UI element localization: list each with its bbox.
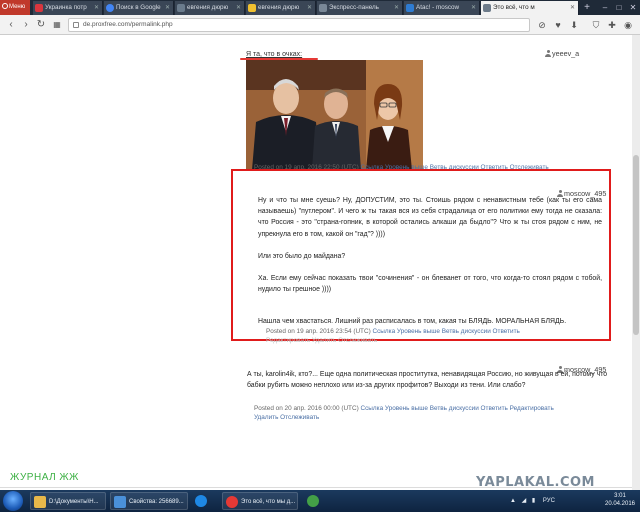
post-photo [246, 60, 423, 170]
taskbar-item-explorer[interactable]: D:\Документы\Н... [30, 492, 106, 510]
tab-1[interactable]: Украинка потр ✕ [33, 1, 103, 15]
input-language[interactable]: РУС [543, 498, 555, 504]
close-tab-icon[interactable]: ✕ [471, 1, 476, 15]
adblock-icon[interactable]: ⊘ [536, 19, 548, 31]
tray-network-icon[interactable]: ▲ [510, 498, 516, 504]
tab-bar: Меню Украинка потр ✕ Поиск в Google ✕ евге… [0, 0, 640, 15]
shield-icon[interactable]: ⛉ [590, 19, 602, 31]
forward-button[interactable]: › [19, 18, 33, 32]
camera-icon[interactable]: ◉ [622, 19, 634, 31]
photo-illustration [246, 60, 423, 170]
tab-5[interactable]: Экспресс-панель ✕ [317, 1, 403, 15]
close-tab-icon[interactable]: ✕ [165, 1, 170, 15]
taskbar-clock[interactable]: 3:01 20.04.2016 [602, 492, 638, 508]
reply1-action-links[interactable]: Ссылка Уровень выше Ветвь дискуссии Отве… [373, 328, 520, 335]
page-scrollbar[interactable] [632, 35, 640, 490]
browser-window: Меню Украинка потр ✕ Поиск в Google ✕ евге… [0, 0, 640, 512]
opera-logo-icon [2, 3, 8, 9]
tab-6[interactable]: Atac! - moscow ✕ [404, 1, 480, 15]
tray-volume-icon[interactable]: ◢ [522, 498, 527, 504]
tab-4[interactable]: евгения дюрю ✕ [246, 1, 316, 15]
maximize-button[interactable]: □ [612, 0, 626, 15]
tab-3[interactable]: евгения дюрю ✕ [175, 1, 245, 15]
system-tray: ▲ ◢ ▮ РУС [510, 490, 590, 512]
reply2-action-links-2[interactable]: Удалить Отслеживать [254, 413, 319, 422]
tab-favicon-icon [406, 4, 414, 12]
reply1-last-line: Нашла чем хвастаться. Лишний раз расписа… [258, 318, 567, 325]
reply2-action-links[interactable]: Ссылка Уровень выше Ветвь дискуссии Отве… [361, 405, 554, 412]
taskbar-item-properties[interactable]: Свойства: 256689... [110, 492, 188, 510]
reply1-paragraph: Или это было до майдана? [258, 252, 346, 260]
post-title: Я та, что в очках: [246, 51, 303, 58]
tab-favicon-icon [483, 4, 491, 12]
site-watermark: YAPLAKAL.COM [476, 475, 595, 490]
opera-menu-button[interactable]: Меню [0, 0, 30, 15]
properties-window-icon [114, 496, 126, 508]
windows-taskbar: D:\Документы\Н... Свойства: 256689... Эт… [0, 490, 640, 512]
url-input[interactable]: de.proxfree.com/permalink.php [68, 18, 530, 32]
folder-icon [34, 496, 46, 508]
close-tab-icon[interactable]: ✕ [394, 1, 399, 15]
reply1-paragraph: Ха. Если ему сейчас показать твои "сочин… [258, 275, 602, 294]
heart-icon[interactable]: ♥ [552, 19, 564, 31]
ie-icon [195, 495, 207, 507]
page-content: Я та, что в очках: yeeev_a Posted on 19 … [0, 35, 640, 490]
reply1-body: Ну и что ты мне суешь? Ну, ДОПУСТИМ, это… [258, 195, 602, 306]
user-icon [545, 50, 551, 57]
tab-7-active[interactable]: Это всё, что м ✕ [481, 1, 579, 15]
start-button[interactable] [3, 491, 23, 511]
close-tab-icon[interactable]: ✕ [236, 1, 241, 15]
mail-agent-icon [307, 495, 319, 507]
tab-2[interactable]: Поиск в Google ✕ [104, 1, 174, 15]
close-tab-icon[interactable]: ✕ [307, 1, 312, 15]
clock-date: 20.04.2016 [604, 501, 636, 507]
google-icon [106, 4, 114, 12]
new-tab-button[interactable]: + [581, 2, 593, 14]
reply2-body: А ты, karolin4ik, кто?... Еще одна полит… [247, 371, 608, 390]
close-tab-icon[interactable]: ✕ [570, 1, 575, 15]
back-button[interactable]: ‹ [4, 18, 18, 32]
taskbar-item-ie[interactable] [192, 492, 216, 510]
reply1-paragraph: Ну и что ты мне суешь? Ну, ДОПУСТИМ, это… [258, 197, 602, 238]
speed-dial-button[interactable]: ▦ [50, 18, 64, 32]
close-tab-icon[interactable]: ✕ [94, 1, 99, 15]
address-toolbar: ‹ › ↻ ▦ de.proxfree.com/permalink.php ⊘ … [0, 15, 640, 35]
tray-battery-icon[interactable]: ▮ [532, 498, 535, 504]
tab-favicon-icon [35, 4, 43, 12]
reply2-meta: Posted on 20 апр. 2016 00:00 (UTC) Ссылк… [254, 405, 554, 412]
reply1-meta-overflow[interactable]: Редактировать Удалить Отслеживать [266, 336, 377, 345]
minimize-button[interactable]: – [598, 0, 612, 15]
journal-link[interactable]: ЖУРНАЛ ЖЖ [10, 472, 79, 483]
taskbar-item-mail[interactable] [304, 492, 328, 510]
reload-button[interactable]: ↻ [34, 18, 48, 32]
speed-dial-icon [319, 4, 327, 12]
scrollbar-thumb[interactable] [633, 155, 639, 335]
tab-favicon-icon [177, 4, 185, 12]
reply1-meta: Posted on 19 апр. 2016 23:54 (UTC) Ссылк… [266, 328, 520, 335]
taskbar-item-opera[interactable]: Это всё, что мы д... [222, 492, 298, 510]
close-window-button[interactable]: ✕ [626, 0, 640, 15]
opera-icon [226, 496, 238, 508]
tab-favicon-icon [248, 4, 256, 12]
download-icon[interactable]: ⬇ [568, 19, 580, 31]
post-author[interactable]: yeeev_a [545, 49, 579, 58]
extension-icon[interactable]: ✚ [606, 19, 618, 31]
clock-time: 3:01 [614, 493, 626, 499]
page-info-icon [73, 22, 79, 28]
